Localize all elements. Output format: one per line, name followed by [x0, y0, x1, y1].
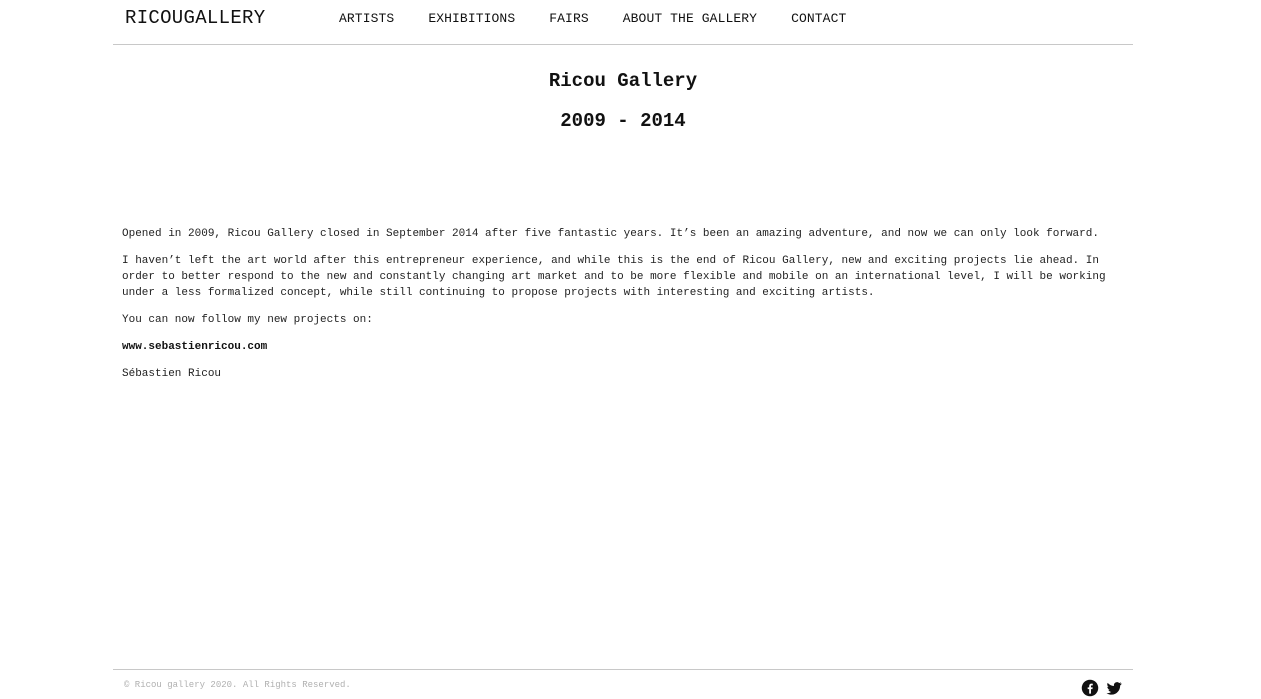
site-footer: © Ricou gallery 2020. All Rights Reserve… [113, 669, 1133, 699]
page-years: 2009 - 2014 [560, 110, 686, 132]
signature: Sébastien Ricou [122, 368, 222, 380]
facebook-icon[interactable] [1081, 679, 1099, 697]
nav-item-fairs[interactable]: FAIRS [549, 11, 589, 26]
website-link[interactable]: www.sebastienricou.com [122, 341, 267, 353]
paragraph-projects: I haven’t left the art world after this … [122, 255, 1106, 299]
nav-item-artists[interactable]: ARTISTS [339, 11, 394, 26]
site-header: RICOUGALLERY ARTISTS EXHIBITIONS FAIRS A… [113, 0, 1133, 45]
social-links [1081, 679, 1123, 697]
copyright-text: © Ricou gallery 2020. All Rights Reserve… [124, 680, 351, 690]
paragraph-intro: Opened in 2009, Ricou Gallery closed in … [122, 228, 1099, 240]
paragraph-follow: You can now follow my new projects on: [122, 314, 373, 326]
nav-item-about-the-gallery[interactable]: ABOUT THE GALLERY [623, 11, 757, 26]
page-content: Opened in 2009, Ricou Gallery closed in … [122, 226, 1117, 393]
twitter-icon[interactable] [1105, 679, 1123, 697]
main-nav: ARTISTS EXHIBITIONS FAIRS ABOUT THE GALL… [339, 11, 880, 26]
page-title: Ricou Gallery [548, 70, 698, 92]
site-logo[interactable]: RICOUGALLERY [125, 7, 265, 29]
nav-item-exhibitions[interactable]: EXHIBITIONS [428, 11, 515, 26]
nav-item-contact[interactable]: CONTACT [791, 11, 846, 26]
